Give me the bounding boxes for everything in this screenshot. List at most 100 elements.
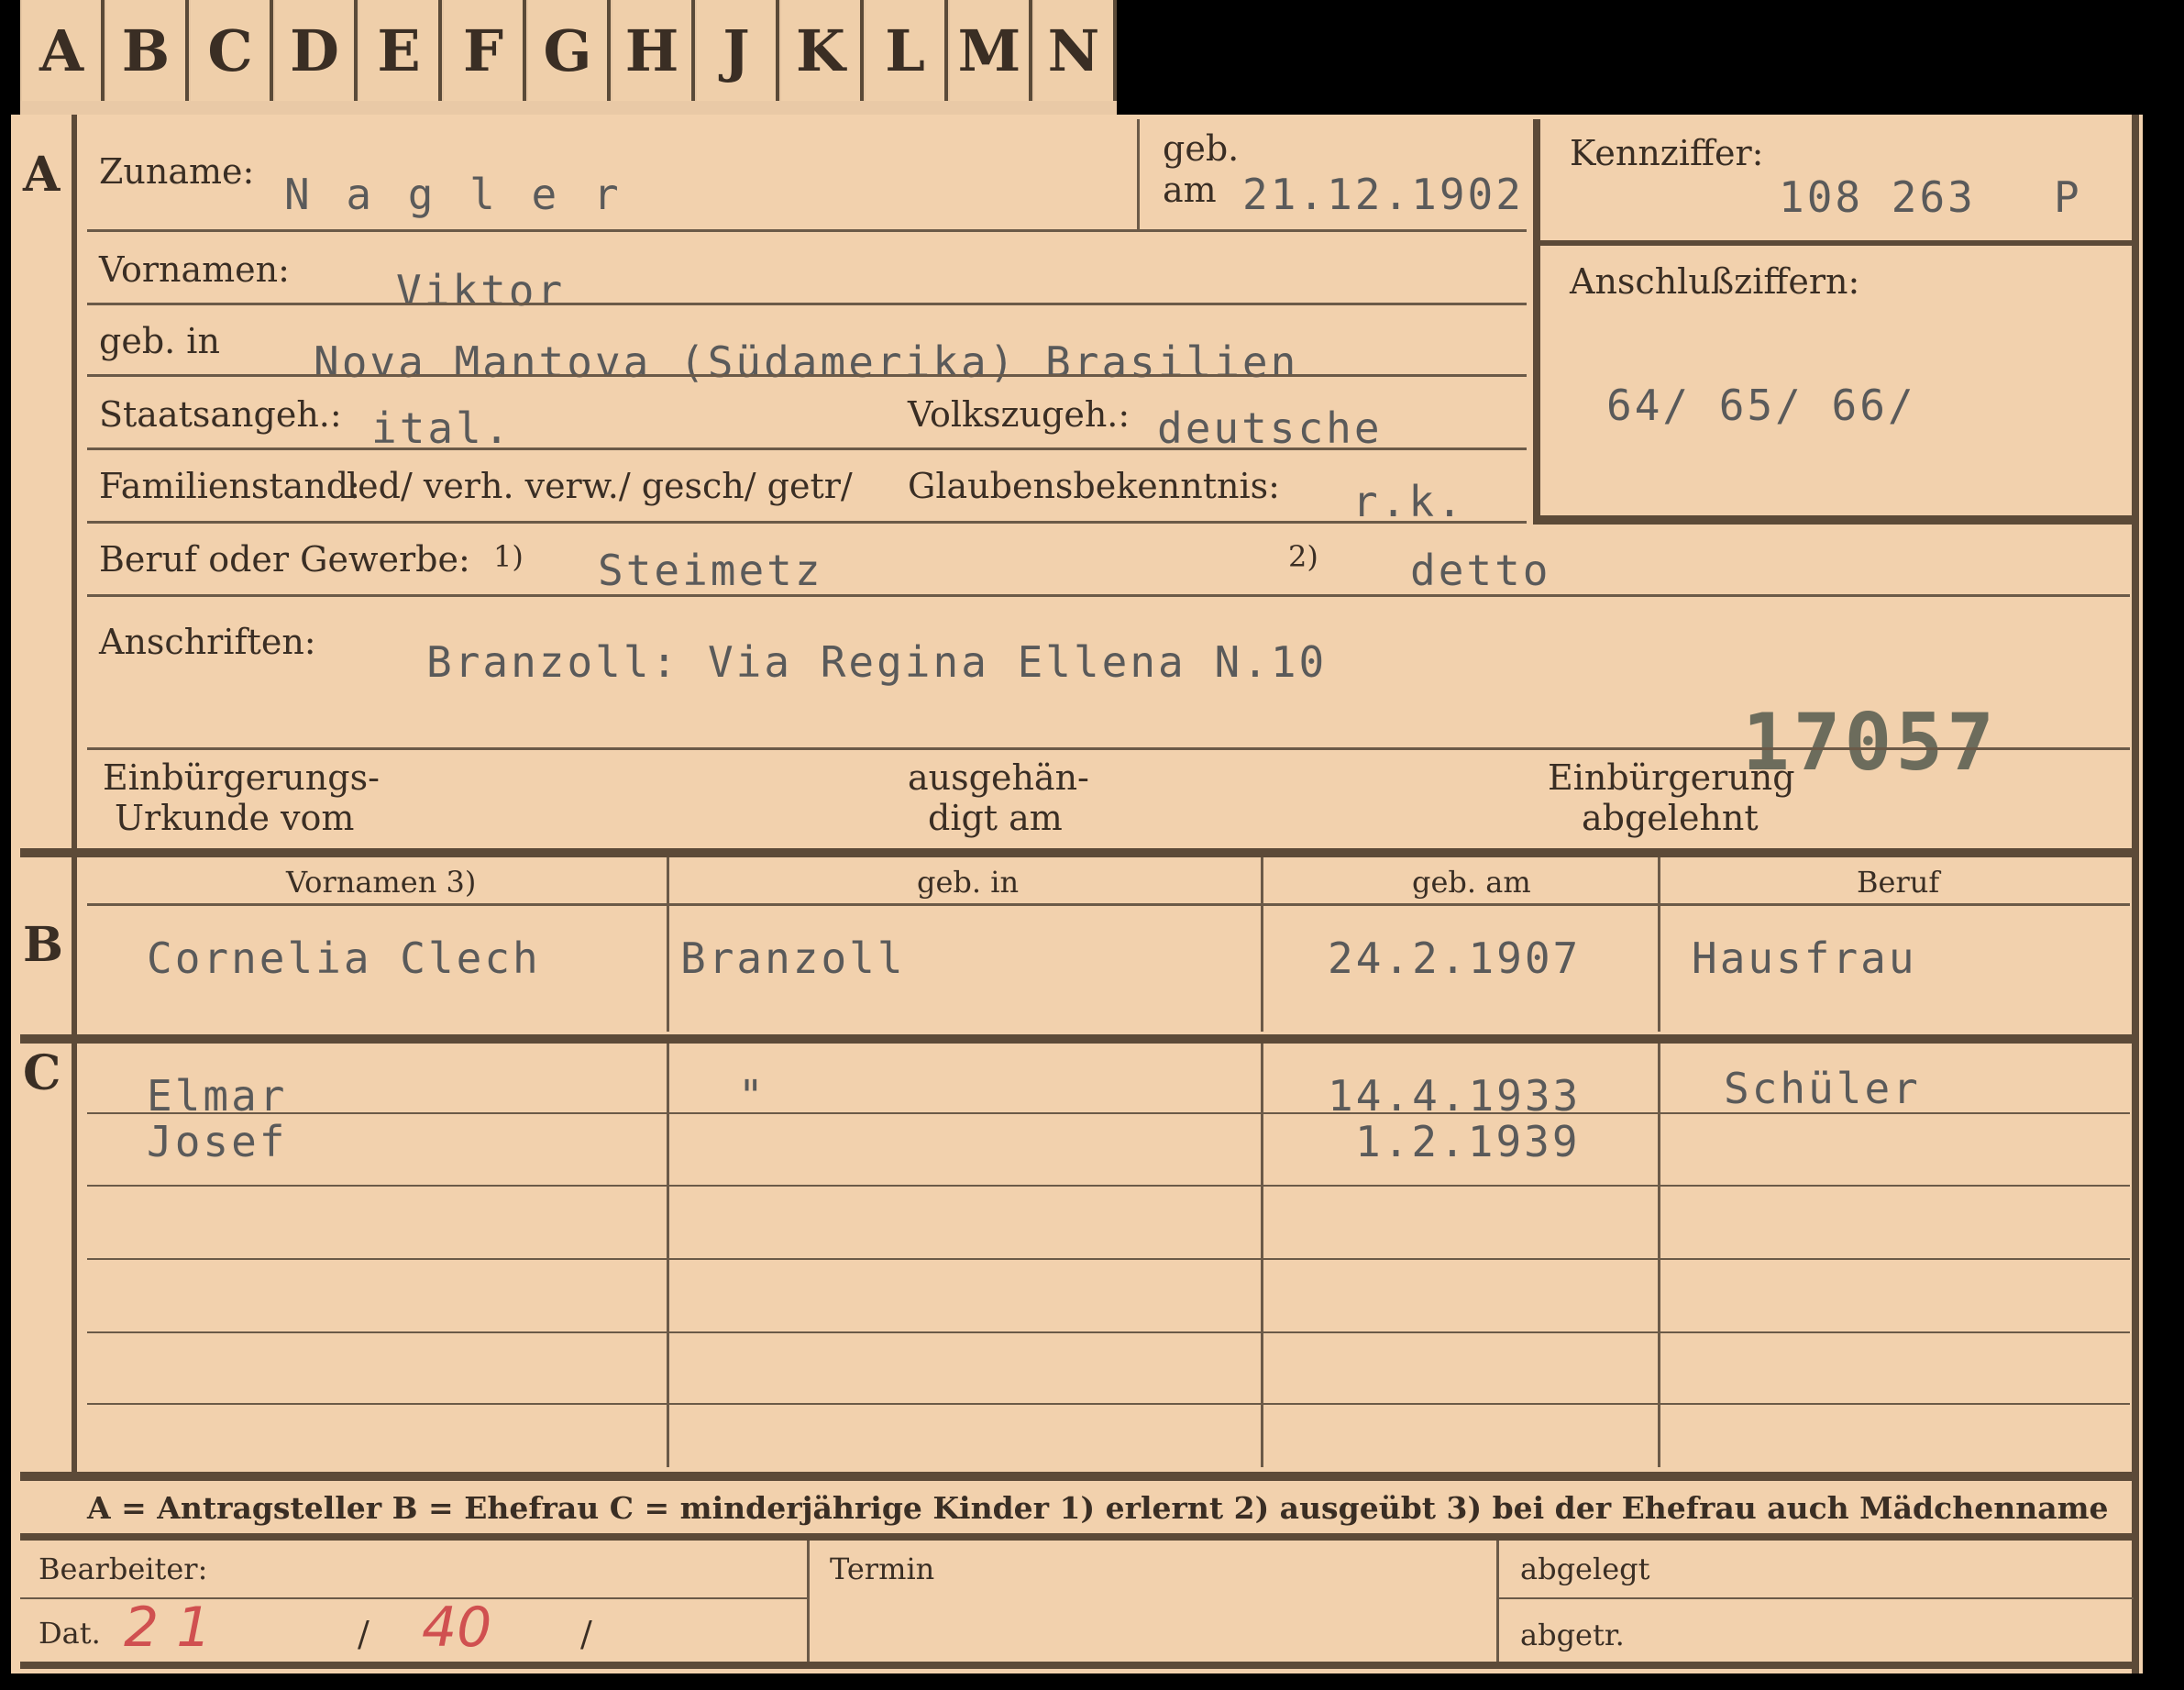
einbuergerung-label-1: Einbürgerungs- (103, 757, 380, 798)
kennziffer-label: Kennziffer: (1570, 133, 1764, 173)
geb-am-value: 21.12.1902 (1242, 170, 1524, 219)
footer-divider (1496, 1541, 1499, 1664)
zuname-label: Zuname: (99, 151, 255, 192)
section-c-marker: C (23, 1045, 61, 1101)
index-tab: F (442, 0, 526, 101)
abgetr-label: abgetr. (1520, 1618, 1625, 1652)
b-header-geb-in: geb. in (917, 865, 1020, 900)
c-row-1-geb-am: 14.4.1933 (1328, 1071, 1582, 1121)
index-tab: L (864, 0, 948, 101)
abgelehnt-label-2: abgelehnt (1582, 798, 1759, 838)
bearbeiter-label: Bearbeiter: (39, 1552, 208, 1586)
index-tab: B (105, 0, 189, 101)
zuname-value: N a g l e r (284, 170, 624, 219)
geb-divider (1137, 119, 1140, 229)
legend-bottom-line (20, 1533, 2138, 1541)
row-line (87, 1403, 2130, 1405)
col-divider (1261, 857, 1263, 1032)
right-border-line (2132, 115, 2139, 1673)
card-bottom-line (20, 1662, 2138, 1669)
c-row-1-beruf: Schüler (1724, 1064, 1921, 1113)
left-border-line-lower (72, 857, 77, 1472)
legend-top-line (20, 1472, 2138, 1481)
b-header-beruf: Beruf (1857, 865, 1940, 900)
index-tab: J (695, 0, 779, 101)
c-row-1-geb-in: " (738, 1071, 767, 1121)
familienstand-options: led/ verh. verw./ gesch/ getr/ (347, 466, 853, 506)
b-row-beruf: Hausfrau (1692, 933, 1917, 983)
kennziffer-value: 108 263 (1779, 172, 1976, 222)
index-tab: C (189, 0, 273, 101)
abgelegt-label: abgelegt (1520, 1552, 1650, 1586)
b-header-geb-am: geb. am (1412, 865, 1531, 900)
index-tab: K (779, 0, 864, 101)
anschriften-value: Branzoll: Via Regina Ellena N.10 (426, 637, 1328, 687)
beruf-label: Beruf oder Gewerbe: (99, 539, 470, 580)
dat-label: Dat. (39, 1616, 101, 1651)
volkszugeh-label: Volkszugeh.: (908, 394, 1131, 435)
index-tab: N (1032, 0, 1117, 101)
volkszugeh-value: deutsche (1157, 403, 1383, 453)
beruf-1-value: Steimetz (598, 546, 823, 595)
index-tab-strip: ABCDEFGHJKLMN (20, 0, 1117, 115)
row-line (87, 447, 1527, 450)
header-line (87, 903, 2130, 906)
row-line (87, 521, 1527, 524)
anschriften-label: Anschriften: (99, 622, 316, 662)
index-tab: E (358, 0, 442, 101)
geb-label: geb. (1163, 128, 1240, 169)
footer-divider (807, 1541, 810, 1664)
col-divider (667, 857, 669, 1032)
row-line (87, 303, 1527, 305)
footer-line (1499, 1597, 2134, 1599)
row-line (87, 1185, 2130, 1187)
index-tab: H (611, 0, 695, 101)
beruf-2-marker: 2) (1288, 539, 1318, 574)
left-border-line (72, 115, 77, 848)
row-line (87, 594, 2130, 597)
c-row-2-vornamen: Josef (147, 1117, 288, 1166)
section-a-marker: A (23, 147, 61, 203)
b-row-geb-in: Branzoll (680, 933, 906, 983)
termin-label: Termin (830, 1552, 935, 1586)
legend-text: A = Antragsteller B = Ehefrau C = minder… (87, 1490, 2109, 1526)
ausgehaendigt-label-1: ausgehän- (908, 757, 1089, 798)
staatsangeh-value: ital. (371, 403, 513, 453)
vornamen-value: Viktor (396, 266, 566, 315)
glaubens-value: r.k. (1352, 477, 1465, 526)
row-line (87, 747, 2130, 750)
col-divider (1658, 857, 1660, 1032)
dat-sep-1: / (358, 1614, 370, 1654)
ausgehaendigt-label-2: digt am (928, 798, 1063, 838)
dat-sep-2: / (580, 1614, 592, 1654)
row-line (87, 1331, 2130, 1333)
section-divider-ab (20, 848, 2138, 857)
section-b-marker: B (23, 917, 63, 973)
c-row-1-vornamen: Elmar (147, 1071, 288, 1121)
vornamen-label: Vornamen: (99, 249, 290, 290)
anschluss-value: 64/ 65/ 66/ (1606, 381, 1916, 430)
kennziffer-suffix: P (2054, 172, 2082, 222)
familienstand-label: Familienstand: (99, 466, 360, 506)
index-tab: A (20, 0, 105, 101)
index-tab: M (948, 0, 1032, 101)
geb-in-label: geb. in (99, 321, 220, 361)
index-tab: G (526, 0, 611, 101)
b-row-geb-am: 24.2.1907 (1328, 933, 1582, 983)
row-line (87, 229, 1527, 232)
staatsangeh-label: Staatsangeh.: (99, 394, 342, 435)
abgelehnt-label-1: Einbürgerung (1548, 757, 1795, 798)
b-row-vornamen: Cornelia Clech (147, 933, 541, 983)
am-label: am (1163, 170, 1217, 210)
kennziffer-divider (1540, 240, 2132, 246)
anschluss-label: Anschlußziffern: (1570, 261, 1860, 302)
dat-year-handwritten: 40 (422, 1596, 492, 1660)
row-line (87, 1258, 2130, 1260)
beruf-2-value: detto (1410, 546, 1551, 595)
kennziffer-box-bottom (1533, 515, 2134, 525)
kennziffer-box-left (1533, 119, 1540, 523)
geb-in-value: Nova Mantova (Südamerika) Brasilien (314, 337, 1299, 387)
beruf-1-marker: 1) (493, 539, 524, 574)
einbuergerung-label-2: Urkunde vom (115, 798, 355, 838)
glaubens-label: Glaubensbekenntnis: (908, 466, 1280, 506)
